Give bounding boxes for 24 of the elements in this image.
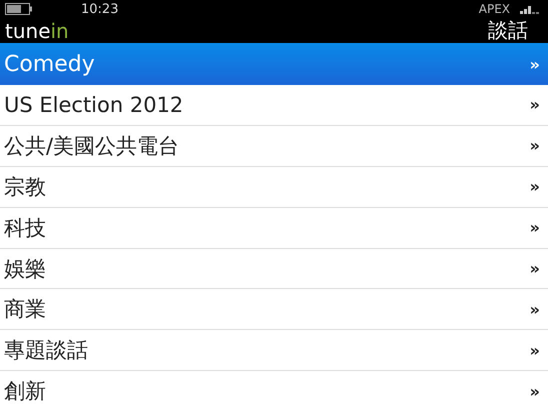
carrier-name: APEX <box>478 2 510 16</box>
chevron-icon: » <box>530 300 540 319</box>
chevron-icon: » <box>530 54 540 74</box>
chevron-icon: » <box>530 177 540 196</box>
category-item[interactable]: 商業 » <box>0 289 548 330</box>
category-item[interactable]: 科技 » <box>0 208 548 249</box>
category-item[interactable]: 娛樂 » <box>0 248 548 290</box>
category-item[interactable]: US Election 2012 » <box>0 85 548 126</box>
chevron-icon: » <box>530 218 540 238</box>
tunein-logo: tunein <box>5 18 69 42</box>
signal-icon <box>520 4 540 14</box>
category-item[interactable]: Comedy » <box>0 43 548 85</box>
category-item[interactable]: 宗教 » <box>0 166 548 208</box>
category-item[interactable]: 公共/美國公共電台 » <box>0 126 548 167</box>
chevron-icon: » <box>530 382 540 401</box>
clock-time: 10:23 <box>81 2 118 16</box>
battery-icon <box>5 3 33 15</box>
chevron-icon: » <box>530 340 540 360</box>
category-item[interactable]: 創新 » <box>0 371 548 411</box>
category-item[interactable]: 專題談話 » <box>0 330 548 372</box>
chevron-icon: » <box>530 259 540 278</box>
chevron-icon: » <box>530 95 540 114</box>
chevron-icon: » <box>530 136 540 156</box>
screen-title: 談話 <box>488 17 528 44</box>
